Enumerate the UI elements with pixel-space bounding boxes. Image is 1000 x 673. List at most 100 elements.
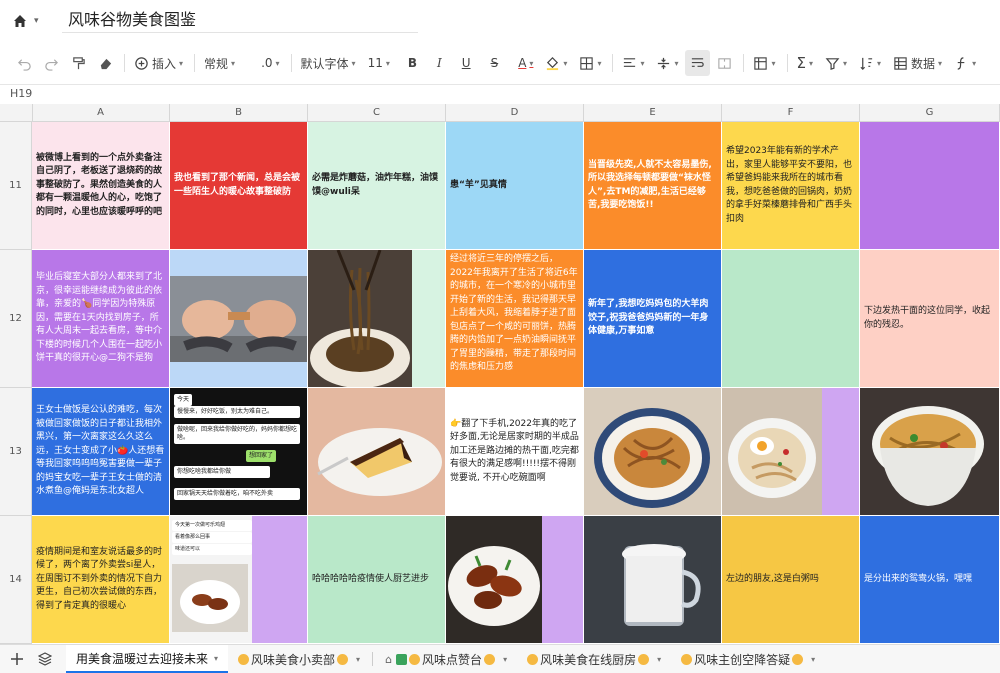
cell-d12[interactable]: 经过将近三年的停摆之后，2022年我离开了生活了将近6年的城市，在一个寒冷的小城… bbox=[446, 250, 584, 388]
sheet-tab[interactable]: 风味主创空降答疑 ▾ bbox=[671, 645, 825, 673]
vertical-align-button[interactable]: ▾ bbox=[651, 50, 683, 76]
cell-b12[interactable] bbox=[170, 250, 308, 388]
align-left-icon bbox=[624, 57, 636, 67]
cell-e13[interactable] bbox=[584, 388, 722, 516]
merge-cells-button[interactable] bbox=[712, 50, 737, 76]
cell-text: 必需是炸蘑菇，油炸年糕，油馍馍@wuli呆 bbox=[312, 173, 439, 197]
underline-button[interactable]: U bbox=[457, 50, 476, 76]
cell-f14[interactable]: 左边的朋友,这是白粥吗 bbox=[722, 516, 860, 644]
cell-g14[interactable]: 是分出来的鸳鸯火锅，嘿嘿 bbox=[860, 516, 1000, 644]
cell-c12[interactable] bbox=[308, 250, 446, 388]
photo-cola-chicken-wings[interactable] bbox=[446, 516, 542, 643]
wrap-text-button[interactable] bbox=[685, 50, 711, 76]
cell-d11[interactable]: 患“羊”见真情 bbox=[446, 122, 584, 250]
horizontal-align-button[interactable]: ▾ bbox=[617, 50, 649, 76]
photo-noodle-bowl[interactable] bbox=[584, 388, 721, 515]
cell-d14[interactable] bbox=[446, 516, 584, 644]
chevron-down-icon: ▾ bbox=[597, 58, 602, 68]
column-header[interactable]: D bbox=[446, 104, 584, 121]
sort-button[interactable]: ▾ bbox=[854, 50, 886, 76]
chat-screenshot[interactable]: 今天 慢慢来，好好吃饭，别太为难自己。 做啥呢，回来我给你做好吃的，妈妈你都想吃… bbox=[170, 388, 307, 515]
column-header[interactable]: C bbox=[308, 104, 446, 121]
decimal-select[interactable]: .0 ▾ bbox=[256, 50, 284, 76]
cell-a13[interactable]: 王女士做饭是公认的难吃，每次被做回家做饭的日子都让我相外黑兴，第一次离家这么久这… bbox=[32, 388, 170, 516]
cell-a11[interactable]: 被微博上看到的一个点外卖备注自己阴了，老板送了退烧药的故事整破防了。果然创造美食… bbox=[32, 122, 170, 250]
number-format-label: 常规 bbox=[204, 56, 229, 71]
food-photo-icon bbox=[172, 564, 248, 632]
redo-button[interactable] bbox=[39, 50, 64, 76]
document-title[interactable]: 风味谷物美食图鉴 bbox=[62, 8, 418, 33]
paint-bucket-icon bbox=[547, 56, 559, 70]
freeze-button[interactable]: ▾ bbox=[748, 50, 780, 76]
cell-reference[interactable]: H19 bbox=[10, 87, 32, 100]
cell-c11[interactable]: 必需是炸蘑菇，油炸年糕，油馍馍@wuli呆 bbox=[308, 122, 446, 250]
cell-c13[interactable] bbox=[308, 388, 446, 516]
chevron-down-icon: ▾ bbox=[563, 58, 568, 68]
cell-text: 被微博上看到的一个点外卖备注自己阴了，老板送了退烧药的故事整破防了。果然创造美食… bbox=[36, 152, 163, 217]
cell-b11[interactable]: 我也看到了那个新闻，总是会被一些陌生人的暖心故事整破防 bbox=[170, 122, 308, 250]
column-header[interactable]: B bbox=[170, 104, 308, 121]
add-sheet-button[interactable] bbox=[6, 648, 28, 670]
photo-noodle-cup[interactable] bbox=[860, 388, 999, 515]
chat-screenshot-cooking[interactable]: 今天第一次做可乐鸡翅 看着像那么回事 味道还可以 bbox=[170, 516, 252, 643]
sum-button[interactable]: Σ ▾ bbox=[792, 50, 819, 76]
insert-button[interactable]: 插入 ▾ bbox=[129, 50, 188, 76]
photo-hands-snack[interactable] bbox=[170, 276, 307, 362]
column-header[interactable]: G bbox=[860, 104, 1000, 121]
cell-e14[interactable] bbox=[584, 516, 722, 644]
cell-c14[interactable]: 哈哈哈哈哈疫情使人厨艺进步 bbox=[308, 516, 446, 644]
cell-f11[interactable]: 希望2023年能有新的学术产出，家里人能够平安不要阳，也希望爸妈能来我所在的城市… bbox=[722, 122, 860, 250]
cell-a12[interactable]: 毕业后寝室大部分人都来到了北京，很幸运能继续成为彼此的依靠，亲爱的🍗同学因为特殊… bbox=[32, 250, 170, 388]
sheet-tab-label: 用美食温暖过去迎接未来 bbox=[76, 651, 209, 666]
borders-button[interactable]: ▾ bbox=[574, 50, 606, 76]
cell-text: 患“羊”见真情 bbox=[450, 179, 507, 190]
undo-button[interactable] bbox=[12, 50, 37, 76]
cell-g13[interactable] bbox=[860, 388, 1000, 516]
row-header[interactable]: 14 bbox=[0, 516, 32, 644]
sheet-tab[interactable]: 风味美食在线厨房 ▾ bbox=[517, 645, 671, 673]
bold-button[interactable]: B bbox=[403, 50, 422, 76]
data-menu-button[interactable]: 数据 ▾ bbox=[888, 50, 947, 76]
sheet-tab[interactable]: 风味美食小卖部 ▾ bbox=[228, 645, 370, 673]
cell-f12[interactable] bbox=[722, 250, 860, 388]
clear-format-button[interactable] bbox=[93, 50, 118, 76]
more-tools-button[interactable]: ▾ bbox=[949, 50, 981, 76]
row-header[interactable]: 13 bbox=[0, 388, 32, 516]
number-format-select[interactable]: 常规 ▾ bbox=[199, 50, 240, 76]
cell-b14[interactable]: 今天第一次做可乐鸡翅 看着像那么回事 味道还可以 bbox=[170, 516, 308, 644]
cell-g12[interactable]: 下边发热干面的这位同学，收起你的残忍。 bbox=[860, 250, 1000, 388]
sheet-tab[interactable]: ⌂ 风味点赞台 ▾ bbox=[375, 645, 517, 673]
chat-bubble: 慢慢来，好好吃饭，别太为难自己。 bbox=[174, 406, 300, 418]
sheet-list-button[interactable] bbox=[34, 648, 56, 670]
italic-button[interactable]: I bbox=[432, 50, 447, 76]
cell-e12[interactable]: 新年了,我想吃妈妈包的大羊肉饺子,祝我爸爸妈妈新的一年身体健康,万事如意 bbox=[584, 250, 722, 388]
cell-f13[interactable] bbox=[722, 388, 860, 516]
photo-noodles-chopsticks[interactable] bbox=[308, 250, 412, 387]
row-header[interactable]: 11 bbox=[0, 122, 32, 250]
home-button[interactable]: ▾ bbox=[12, 11, 46, 31]
photo-white-porridge[interactable] bbox=[584, 516, 721, 643]
cell-b13[interactable]: 今天 慢慢来，好好吃饭，别太为难自己。 做啥呢，回来我给你做好吃的，妈妈你都想吃… bbox=[170, 388, 308, 516]
filter-button[interactable]: ▾ bbox=[820, 50, 852, 76]
format-painter-button[interactable] bbox=[66, 50, 91, 76]
emoji-icon bbox=[681, 653, 693, 665]
photo-cheesecake[interactable] bbox=[308, 388, 445, 515]
font-size-select[interactable]: 11 ▾ bbox=[363, 50, 395, 76]
strikethrough-button[interactable]: S bbox=[486, 50, 504, 76]
row-header[interactable]: 12 bbox=[0, 250, 32, 388]
select-all-corner[interactable] bbox=[0, 104, 33, 121]
decimal-label: .0 bbox=[261, 56, 273, 70]
photo-egg-noodles[interactable] bbox=[722, 388, 822, 515]
cell-e11[interactable]: 当晋级先奕,人就不太容易墨伤,所以我选择每顿都要做“袜水怪人”,去TM的减肥,生… bbox=[584, 122, 722, 250]
cell-g11[interactable] bbox=[860, 122, 1000, 250]
cell-a14[interactable]: 疫情期间是和室友说话最多的时候了，两个离了外卖尝si星人，在周围订不到外卖的情况… bbox=[32, 516, 170, 644]
food-photo-icon bbox=[722, 388, 822, 515]
font-family-select[interactable]: 默认字体 ▾ bbox=[296, 50, 361, 76]
cell-d13[interactable]: 👉翻了下手机,2022年真的吃了好多面,无论是居家时期的半成品加工还是路边摊的热… bbox=[446, 388, 584, 516]
fill-color-button[interactable]: ▾ bbox=[540, 50, 572, 76]
column-header[interactable]: E bbox=[584, 104, 722, 121]
text-color-button[interactable]: A ▾ bbox=[513, 50, 538, 76]
column-header[interactable]: F bbox=[722, 104, 860, 121]
sheet-tab-active[interactable]: 用美食温暖过去迎接未来 ▾ bbox=[66, 645, 229, 673]
column-header[interactable]: A bbox=[32, 104, 170, 121]
